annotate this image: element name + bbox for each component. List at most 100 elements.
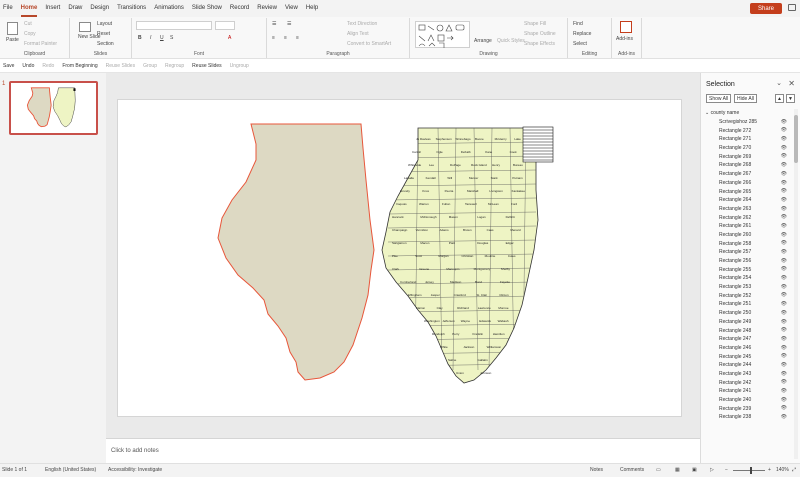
selection-list-item[interactable]: Rectangle 270 👁 (701, 144, 793, 153)
selection-list-item[interactable]: Rectangle 266 👁 (701, 179, 793, 188)
eye-icon[interactable]: 👁 (781, 371, 787, 377)
eye-icon[interactable]: 👁 (781, 327, 787, 333)
tab-slide-show[interactable]: Slide Show (192, 0, 222, 17)
zoom-in-icon[interactable]: + (768, 467, 771, 473)
selection-list-item[interactable]: Rectangle 241 👁 (701, 387, 793, 396)
eye-icon[interactable]: 👁 (781, 301, 787, 307)
eye-icon[interactable]: 👁 (781, 397, 787, 403)
text-direction-button[interactable]: Text Direction (347, 21, 377, 27)
eye-icon[interactable]: 👁 (781, 136, 787, 142)
selection-list-item[interactable]: Rectangle 242 👁 (701, 378, 793, 387)
fit-slide-icon[interactable]: ⤢ (792, 467, 796, 473)
eye-icon[interactable]: 👁 (781, 379, 787, 385)
eye-icon[interactable]: 👁 (781, 362, 787, 368)
paste-button[interactable]: Paste (6, 37, 19, 43)
selection-list-item[interactable]: Rectangle 265 👁 (701, 187, 793, 196)
zoom-slider[interactable] (733, 470, 765, 471)
eye-icon[interactable]: 👁 (781, 127, 787, 133)
qat-save[interactable]: Save (3, 63, 14, 69)
format-painter-button[interactable]: Format Painter (24, 41, 57, 47)
normal-view-icon[interactable]: ▭ (656, 467, 661, 473)
eye-icon[interactable]: 👁 (781, 232, 787, 238)
selection-list-item[interactable]: Rectangle 267 👁 (701, 170, 793, 179)
selection-list-item[interactable]: Rectangle 243 👁 (701, 370, 793, 379)
copy-button[interactable]: Copy (24, 31, 36, 37)
notes-toggle[interactable]: Notes (590, 467, 603, 473)
eye-icon[interactable]: 👁 (781, 405, 787, 411)
tab-review[interactable]: Review (257, 0, 277, 17)
eye-icon[interactable]: 👁 (781, 266, 787, 272)
selection-list-item[interactable]: Rectangle 255 👁 (701, 265, 793, 274)
replace-button[interactable]: Replace (573, 31, 591, 37)
qat-group[interactable]: Group (143, 63, 157, 69)
quick-styles-button[interactable]: Quick Styles (497, 38, 525, 44)
selection-scroll-thumb[interactable] (794, 115, 798, 163)
zoom-slider-thumb[interactable] (750, 467, 752, 474)
selection-list-item[interactable]: Rectangle 249 👁 (701, 318, 793, 327)
qat-ungroup[interactable]: Ungroup (230, 63, 249, 69)
zoom-level[interactable]: 140% (776, 467, 789, 473)
convert-smartart-button[interactable]: Convert to SmartArt (347, 41, 391, 47)
eye-icon[interactable]: 👁 (781, 414, 787, 420)
layout-button[interactable]: Layout (97, 21, 112, 27)
selection-list-item[interactable]: Rectangle 256 👁 (701, 257, 793, 266)
tab-home[interactable]: Home (20, 0, 37, 17)
numbering-icon[interactable]: ☰ (287, 21, 291, 27)
eye-icon[interactable]: 👁 (781, 258, 787, 264)
font-size-dropdown[interactable] (215, 21, 235, 30)
qat-from-beginning[interactable]: From Beginning (62, 63, 97, 69)
qat-regroup[interactable]: Regroup (165, 63, 184, 69)
selection-list-item[interactable]: Rectangle 252 👁 (701, 291, 793, 300)
selection-list-item[interactable]: Rectangle 250 👁 (701, 309, 793, 318)
selection-list-item[interactable]: Rectangle 253 👁 (701, 283, 793, 292)
show-all-button[interactable]: Show All (706, 94, 732, 103)
eye-icon[interactable]: 👁 (781, 206, 787, 212)
selection-list-item[interactable]: Scrivegishoz 285 👁 (701, 118, 793, 127)
selection-list-item[interactable]: Rectangle 254 👁 (701, 274, 793, 283)
slide-sorter-icon[interactable]: ▦ (675, 467, 680, 473)
addins-icon[interactable] (620, 21, 632, 33)
eye-icon[interactable]: 👁 (781, 275, 787, 281)
eye-icon[interactable]: 👁 (781, 223, 787, 229)
tab-draw[interactable]: Draw (68, 0, 82, 17)
shapes-gallery[interactable] (415, 21, 470, 48)
illinois-outline-shape[interactable] (217, 123, 375, 381)
font-color-icon[interactable]: A (228, 35, 231, 41)
selection-list-item[interactable]: Rectangle 271 👁 (701, 135, 793, 144)
cut-button[interactable]: Cut (24, 21, 32, 27)
qat-undo[interactable]: Undo (22, 63, 34, 69)
share-button[interactable]: Share (750, 3, 782, 14)
find-button[interactable]: Find (573, 21, 583, 27)
eye-icon[interactable]: 👁 (781, 171, 787, 177)
addins-button[interactable]: Add-ins (616, 36, 633, 42)
shape-fill-button[interactable]: Shape Fill (524, 21, 546, 27)
qat-reuse-slides[interactable]: Reuse Slides (192, 63, 221, 69)
slide-thumbnail[interactable] (9, 81, 98, 135)
reading-view-icon[interactable]: ▣ (692, 467, 697, 473)
qat-reuse-1[interactable]: Reuse Slides (106, 63, 135, 69)
language[interactable]: English (United States) (45, 467, 96, 473)
eye-icon[interactable]: 👁 (781, 353, 787, 359)
close-icon[interactable]: ✕ (788, 79, 795, 88)
group-item[interactable]: ⌄ county name (701, 109, 793, 118)
slide-canvas[interactable]: Jo Daviess Stephenson Winnebago Boone McHenr… (117, 99, 682, 417)
chevron-down-icon[interactable]: ⌄ (776, 79, 782, 87)
eye-icon[interactable]: 👁 (781, 249, 787, 255)
eye-icon[interactable]: 👁 (781, 153, 787, 159)
tab-help[interactable]: Help (306, 0, 318, 17)
strikethrough-icon[interactable]: S (170, 35, 173, 41)
paste-icon[interactable] (7, 22, 18, 35)
selection-list-item[interactable]: Rectangle 246 👁 (701, 344, 793, 353)
align-text-button[interactable]: Align Text (347, 31, 369, 37)
bold-icon[interactable]: B (138, 35, 142, 41)
select-button[interactable]: Select (573, 41, 587, 47)
comments-toggle[interactable]: Comments (620, 467, 644, 473)
eye-icon[interactable]: 👁 (781, 145, 787, 151)
eye-icon[interactable]: 👁 (781, 214, 787, 220)
accessibility-status[interactable]: Accessibility: Investigate (108, 467, 162, 473)
selection-list-item[interactable]: Rectangle 272 👁 (701, 126, 793, 135)
bullets-icon[interactable]: ☰ (272, 21, 276, 27)
eye-icon[interactable]: 👁 (781, 284, 787, 290)
eye-icon[interactable]: 👁 (781, 188, 787, 194)
eye-icon[interactable]: 👁 (781, 388, 787, 394)
